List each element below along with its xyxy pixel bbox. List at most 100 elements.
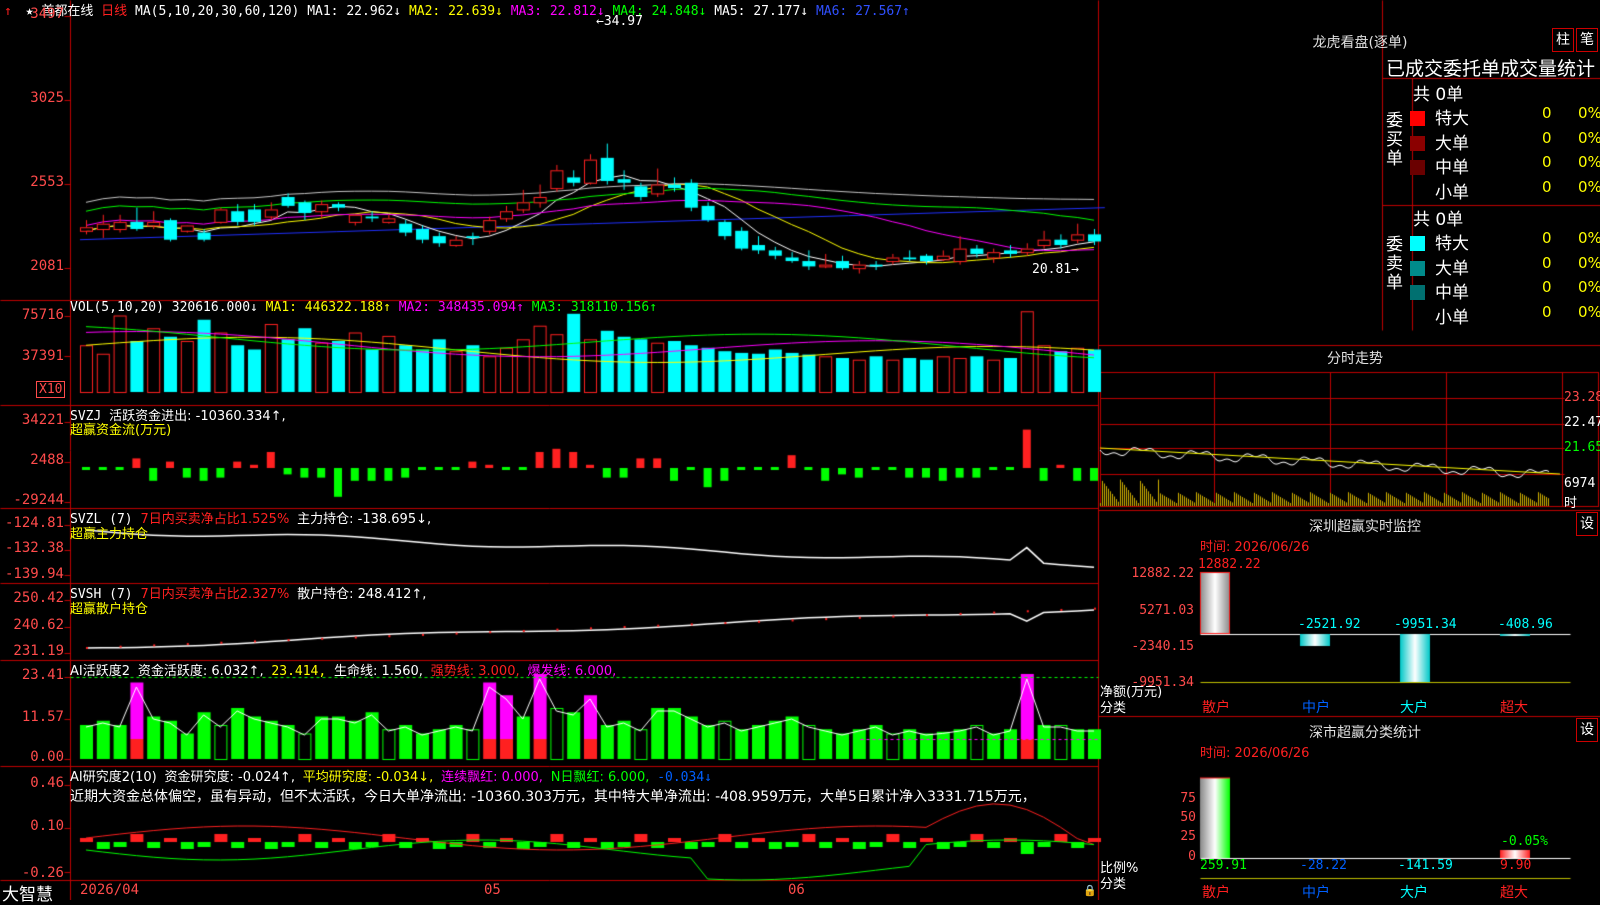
main-chart-canvas[interactable] bbox=[0, 0, 1600, 900]
ss-settings-button[interactable]: 设 bbox=[1576, 718, 1598, 742]
row-percent: 0% bbox=[1578, 278, 1600, 296]
row-percent: 0% bbox=[1578, 229, 1600, 247]
row-name: 特大 bbox=[1435, 109, 1469, 129]
intraday-axis-tick: 22.47 bbox=[1564, 415, 1600, 430]
vol-unit-badge: X10 bbox=[36, 381, 66, 398]
sz-value: -9951.34 bbox=[1394, 617, 1457, 632]
sz-category: 超大 bbox=[1500, 700, 1528, 716]
brand-logo: 大智慧 bbox=[2, 885, 53, 905]
ma-params: MA(5,10,20,30,60,120) bbox=[135, 4, 300, 19]
ai1-header: AI活跃度2 资金活跃度: 6.032↑, 23.414, 生命线: 1.560… bbox=[70, 664, 617, 679]
lock-icon[interactable]: 🔒 bbox=[1083, 884, 1097, 897]
sz-axis-tick: 5271.03 bbox=[1139, 603, 1194, 618]
color-swatch bbox=[1410, 185, 1425, 200]
sell-total: 共 0单 bbox=[1413, 210, 1464, 230]
date-axis-label: 05 bbox=[484, 882, 501, 898]
row-name: 中单 bbox=[1435, 158, 1469, 178]
svzl-axis-tick: -124.81 bbox=[4, 515, 64, 531]
sz-value: 12882.22 bbox=[1198, 557, 1261, 572]
lhb-title: 龙虎看盘(逐单) bbox=[1312, 35, 1408, 51]
svzl-subtitle: 超赢主力持仓 bbox=[70, 527, 149, 542]
color-swatch bbox=[1410, 111, 1425, 126]
color-swatch bbox=[1410, 236, 1425, 251]
svzl-axis-tick: -132.38 bbox=[4, 540, 64, 556]
ai2-axis-tick: -0.26 bbox=[21, 865, 64, 881]
row-percent: 0% bbox=[1578, 104, 1600, 122]
date-axis-label: 2026/04 bbox=[80, 882, 140, 898]
ss-stats-title: 深市超赢分类统计 bbox=[1309, 725, 1421, 741]
buy-row: 小单 0 0% bbox=[1410, 178, 1600, 203]
row-value: 0 bbox=[1542, 177, 1552, 196]
sz-axis-tick: 12882.22 bbox=[1131, 566, 1194, 581]
intraday-vol-unit: 时 bbox=[1564, 496, 1578, 511]
ss-value: 9.90 bbox=[1500, 858, 1532, 873]
ma2-value: MA2: 22.639↓ bbox=[408, 4, 503, 19]
row-value: 0 bbox=[1542, 153, 1552, 171]
sz-x-label: 分类 bbox=[1100, 701, 1127, 716]
sz-axis-tick: -2340.15 bbox=[1131, 639, 1194, 654]
row-percent: 0% bbox=[1578, 153, 1600, 171]
ai2-axis-tick: 0.46 bbox=[30, 775, 64, 791]
buy-order-label: 委买单 bbox=[1386, 111, 1403, 169]
high-price-mark: ←34.97 bbox=[596, 14, 643, 29]
svzj-axis-tick: -29244 bbox=[13, 492, 64, 508]
ai2-comment: 近期大资金总体偏空，虽有异动，但不太活跃，今日大单净流出: -10360.303… bbox=[70, 789, 1036, 805]
ma6-value: MA6: 27.567↑ bbox=[815, 4, 910, 19]
row-percent: 0% bbox=[1578, 128, 1600, 147]
color-swatch bbox=[1410, 135, 1425, 151]
row-name: 大单 bbox=[1435, 133, 1469, 154]
ss-date: 时间: 2026/06/26 bbox=[1200, 746, 1310, 761]
intraday-axis-tick: 23.28 bbox=[1564, 390, 1600, 405]
buy-row: 特大 0 0% bbox=[1410, 104, 1600, 129]
ma3-value: MA3: 22.812↓ bbox=[510, 4, 605, 19]
sell-row: 特大 0 0% bbox=[1410, 229, 1600, 254]
svzj-subtitle: 超赢资金流(万元) bbox=[70, 423, 172, 438]
color-swatch bbox=[1410, 310, 1425, 325]
price-axis-tick: 3025 bbox=[30, 90, 64, 106]
sz-settings-button[interactable]: 设 bbox=[1576, 512, 1598, 536]
ss-extra-value: -0.05% bbox=[1501, 834, 1548, 849]
sell-row: 小单 0 0% bbox=[1410, 303, 1600, 328]
intraday-axis-tick: 21.65 bbox=[1564, 440, 1600, 455]
svsh-axis-tick: 250.42 bbox=[13, 590, 64, 606]
intraday-title: 分时走势 bbox=[1327, 351, 1383, 367]
ss-axis-tick: 50 bbox=[1180, 810, 1196, 825]
svzj-axis-tick: 34221 bbox=[21, 412, 64, 428]
buy-row: 中单 0 0% bbox=[1410, 153, 1600, 178]
ai1-axis-tick: 0.00 bbox=[30, 749, 64, 765]
tick-mode-button[interactable]: 笔 bbox=[1576, 28, 1598, 52]
chart-header: ↑ ★ 首都在线 日线 MA(5,10,20,30,60,120) MA1: 2… bbox=[4, 0, 910, 19]
color-swatch bbox=[1410, 160, 1425, 175]
ss-category: 大户 bbox=[1400, 885, 1428, 901]
ss-category: 中户 bbox=[1302, 885, 1330, 901]
period-label[interactable]: 日线 bbox=[101, 4, 127, 19]
row-value: 0 bbox=[1542, 104, 1552, 122]
svzl-axis-tick: -139.94 bbox=[4, 566, 64, 582]
color-swatch bbox=[1410, 260, 1425, 276]
row-value: 0 bbox=[1542, 278, 1552, 296]
ai1-axis-tick: 11.57 bbox=[21, 709, 64, 725]
sell-order-label: 委卖单 bbox=[1386, 235, 1403, 293]
sz-value: -2521.92 bbox=[1298, 617, 1361, 632]
ma5-value: MA5: 27.177↓ bbox=[714, 4, 809, 19]
row-name: 小单 bbox=[1435, 182, 1469, 203]
vol-header: VOL(5,10,20) 320616.000↓ MA1: 446322.188… bbox=[70, 300, 658, 315]
row-name: 小单 bbox=[1435, 307, 1469, 328]
ss-category: 散户 bbox=[1202, 885, 1230, 901]
svsh-axis-tick: 231.19 bbox=[13, 643, 64, 659]
sz-monitor-title: 深圳超赢实时监控 bbox=[1309, 519, 1421, 535]
svzj-axis-tick: 2488 bbox=[30, 452, 64, 468]
lhb-subtitle: 已成交委托单成交量统计 bbox=[1386, 58, 1596, 80]
row-percent: 0% bbox=[1578, 177, 1600, 196]
bar-mode-button[interactable]: 柱 bbox=[1552, 28, 1574, 52]
price-axis-tick: 3497 bbox=[30, 6, 64, 22]
buy-total: 共 0单 bbox=[1413, 85, 1464, 105]
sz-category: 大户 bbox=[1400, 700, 1428, 716]
row-percent: 0% bbox=[1578, 302, 1600, 321]
ai2-header: AI研究度2(10) 资金研究度: -0.024↑, 平均研究度: -0.034… bbox=[70, 770, 712, 785]
color-swatch bbox=[1410, 285, 1425, 300]
ss-x-label: 分类 bbox=[1100, 877, 1127, 892]
sz-category: 散户 bbox=[1202, 700, 1230, 716]
vol-axis-tick: 37391 bbox=[21, 348, 64, 364]
intraday-vol-tick: 6974 bbox=[1564, 476, 1596, 491]
